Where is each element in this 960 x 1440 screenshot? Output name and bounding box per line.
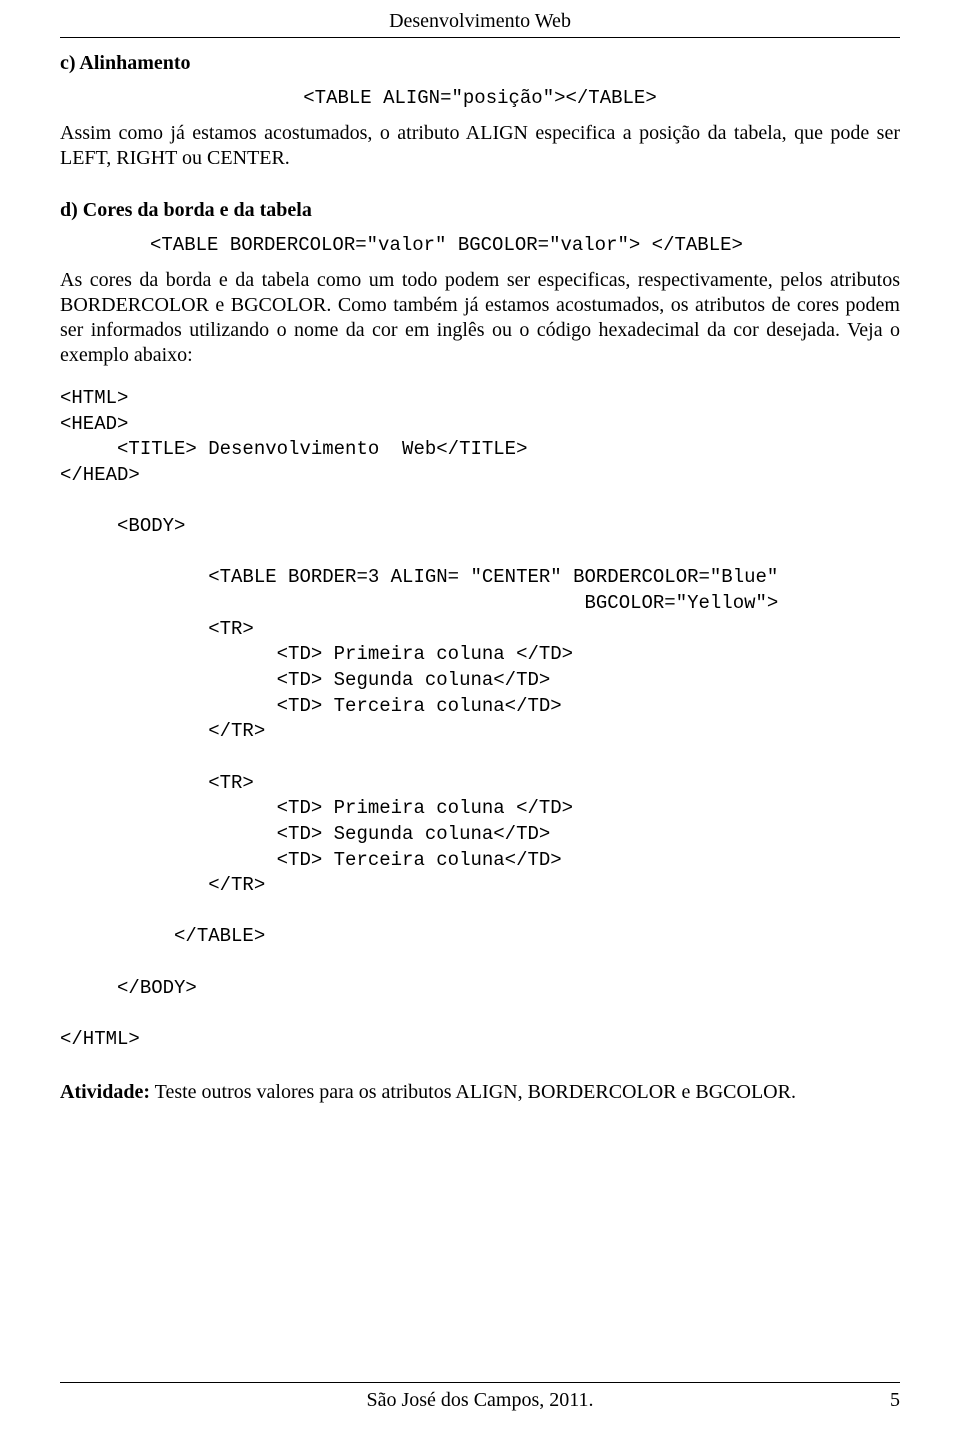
section-d-heading: d) Cores da borda e da tabela — [60, 199, 900, 222]
header-rule — [60, 37, 900, 38]
footer-row: São José dos Campos, 2011. 5 — [60, 1389, 900, 1412]
example-code-block: <HTML> <HEAD> <TITLE> Desenvolvimento We… — [60, 386, 900, 1053]
footer-center-text: São José dos Campos, 2011. — [100, 1389, 860, 1412]
activity-label: Atividade: — [60, 1081, 150, 1103]
section-c-code: <TABLE ALIGN="posição"></TABLE> — [60, 87, 900, 109]
section-d-paragraph: As cores da borda e da tabela como um to… — [60, 268, 900, 368]
activity-line: Atividade: Teste outros valores para os … — [60, 1081, 900, 1104]
section-c-paragraph: Assim como já estamos acostumados, o atr… — [60, 121, 900, 171]
page: Desenvolvimento Web c) Alinhamento <TABL… — [0, 0, 960, 1440]
activity-text: Teste outros valores para os atributos A… — [150, 1081, 796, 1103]
footer-left-spacer — [60, 1389, 100, 1412]
page-footer: São José dos Campos, 2011. 5 — [60, 1382, 900, 1412]
footer-page-number: 5 — [860, 1389, 900, 1412]
section-c-heading: c) Alinhamento — [60, 52, 900, 75]
footer-rule — [60, 1382, 900, 1383]
section-d-code: <TABLE BORDERCOLOR="valor" BGCOLOR="valo… — [150, 234, 900, 256]
page-header-title: Desenvolvimento Web — [60, 0, 900, 37]
